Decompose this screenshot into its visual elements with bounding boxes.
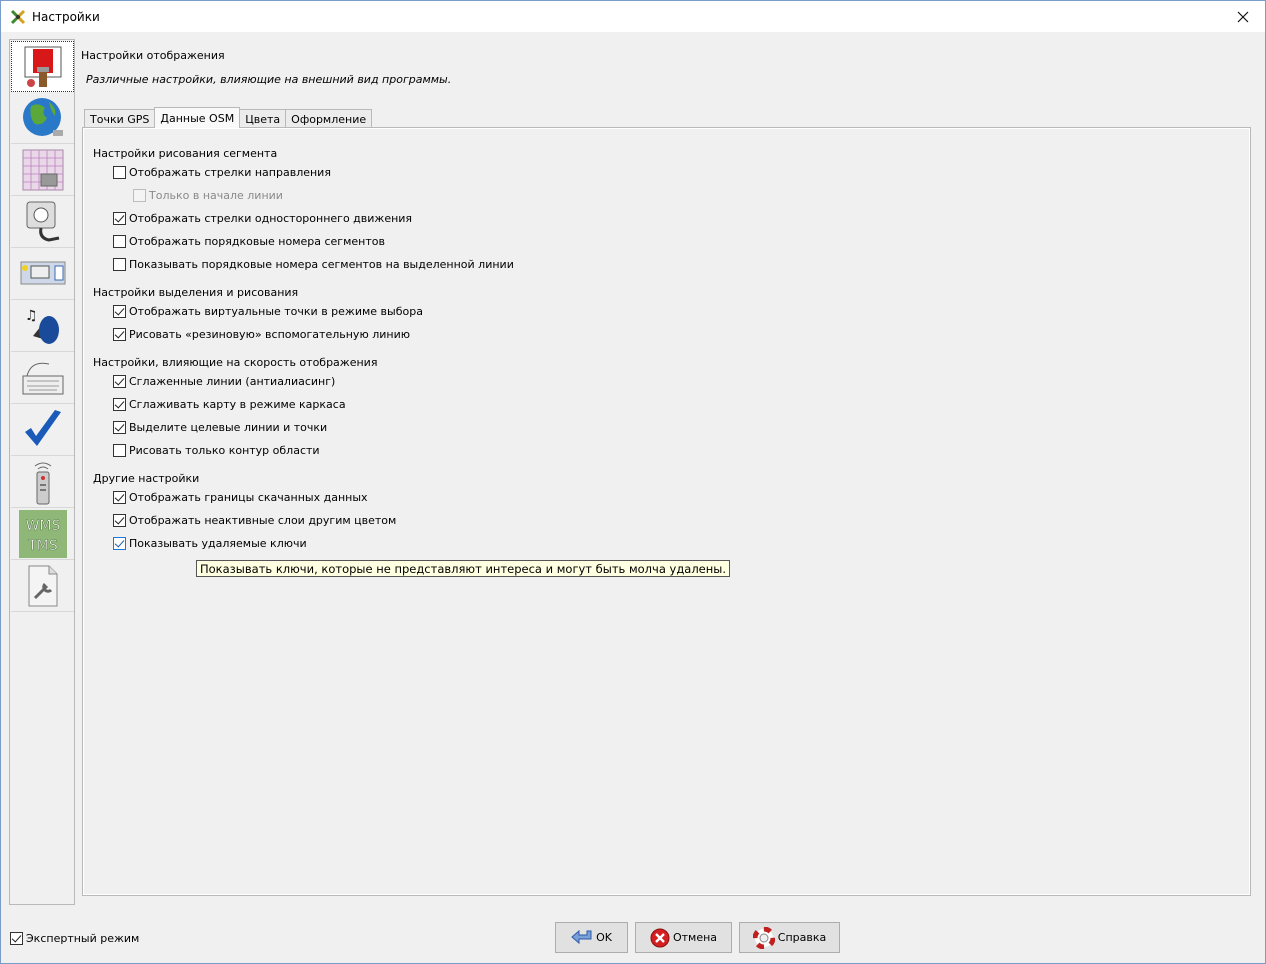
keyboard-icon [22,362,63,395]
option-antialiasing[interactable]: Сглаженные линии (антиалиасинг) [113,373,335,389]
option-discardable-keys[interactable]: Показывать удаляемые ключи [113,535,307,551]
expert-mode-label: Экспертный режим [26,931,140,945]
option-label: Рисовать «резиновую» вспомогательную лин… [129,327,410,341]
checkbox[interactable] [113,443,126,457]
option-label: Рисовать только контур области [129,443,320,457]
option-label: Отображать порядковые номера сегментов [129,234,385,248]
tab-colors[interactable]: Цвета [239,109,287,128]
lifebuoy-help-icon [752,926,775,949]
option-label: Выделите целевые линии и точки [129,420,328,434]
checkbox[interactable] [113,165,126,179]
help-button[interactable]: Справка [739,922,840,953]
sidebar-item-validator[interactable] [11,405,74,456]
sidebar-item-plugins[interactable] [11,197,74,248]
section-title: Настройки выделения и рисования [93,286,299,299]
cancel-icon [650,928,670,947]
ok-arrow-icon [571,929,592,944]
checkbox[interactable] [113,211,126,225]
remote-control-icon [34,462,51,505]
option-wireframe-antialiasing[interactable]: Сглаживать карту в режиме каркаса [113,396,346,412]
page-title: Настройки отображения [81,49,225,62]
checkbox[interactable] [113,257,126,271]
section-title: Другие настройки [93,472,200,485]
option-label: Отображать границы скачанных данных [129,490,368,504]
section-title: Настройки рисования сегмента [93,147,278,160]
checkbox[interactable] [113,397,126,411]
option-label: Сглаживать карту в режиме каркаса [129,397,346,411]
sidebar-item-audio[interactable]: ♫ [11,301,74,352]
option-label: Отображать неактивные слои другим цветом [129,513,397,527]
svg-text:TMS: TMS [27,538,58,554]
toolbar-icon [20,261,65,285]
option-inactive-layers-color[interactable]: Отображать неактивные слои другим цветом [113,512,396,528]
title-bar: Настройки [1,1,1265,32]
option-label: Показывать удаляемые ключи [129,536,307,550]
page-subtitle: Различные настройки, влияющие на внешний… [86,73,452,86]
cancel-label: Отмена [672,931,718,944]
checkbox[interactable] [113,374,126,388]
preferences-sidebar: ♫ WMS TMS [9,39,75,905]
close-icon [1237,11,1249,22]
wms-tms-icon: WMS TMS [18,510,67,558]
close-button[interactable] [1221,1,1265,32]
section-title: Настройки, влияющие на скорость отображе… [93,356,378,369]
option-label: Сглаженные линии (антиалиасинг) [129,374,336,388]
display-brush-icon [24,46,61,87]
svg-text:♫: ♫ [25,308,38,324]
sidebar-item-remote-control[interactable] [11,457,74,508]
globe-icon [22,98,63,136]
map-grid-icon [22,149,63,191]
option-virtual-nodes[interactable]: Отображать виртуальные точки в режиме вы… [113,303,423,319]
option-selected-segment-numbers[interactable]: Показывать порядковые номера сегментов н… [113,256,514,272]
preferences-window: Настройки ♫ WMS TMS Настройки отображени… [0,0,1266,964]
tab-gps-points[interactable]: Точки GPS [84,109,156,128]
option-rubberband-line[interactable]: Рисовать «резиновую» вспомогательную лин… [113,326,410,342]
expert-mode-toggle[interactable]: Экспертный режим [10,930,139,946]
option-head-only[interactable]: Только в начале линии [133,187,283,203]
option-oneway-arrows[interactable]: Отображать стрелки одностороннего движен… [113,210,412,226]
sidebar-item-projection[interactable] [11,145,74,196]
option-label: Отображать стрелки направления [129,165,331,179]
checkbox[interactable] [10,931,23,945]
tab-bar: Точки GPS Данные OSM Цвета Оформление [84,107,373,128]
sidebar-item-advanced[interactable] [11,561,74,612]
checkbox[interactable] [133,188,146,202]
option-label: Только в начале линии [149,188,283,202]
audio-icon: ♫ [25,308,59,344]
cancel-button[interactable]: Отмена [635,922,732,953]
checkbox[interactable] [113,490,126,504]
checkbox[interactable] [113,536,126,550]
window-title: Настройки [32,9,100,24]
option-area-outline-only[interactable]: Рисовать только контур области [113,442,320,458]
tab-appearance[interactable]: Оформление [285,109,373,128]
option-segment-numbers[interactable]: Отображать порядковые номера сегментов [113,233,385,249]
tab-osm-data[interactable]: Данные OSM [154,107,241,128]
option-highlight-targets[interactable]: Выделите целевые линии и точки [113,419,327,435]
checkbox[interactable] [113,513,126,527]
svg-text:WMS: WMS [25,518,60,534]
checkbox[interactable] [113,234,126,248]
validator-checkmark-icon [24,410,61,446]
plugin-icon [26,201,59,242]
ok-button[interactable]: OK [555,922,628,953]
option-label: Отображать стрелки одностороннего движен… [129,211,413,225]
sidebar-item-display[interactable] [11,41,74,92]
option-label: Отображать виртуальные точки в режиме вы… [129,304,423,318]
tooltip: Показывать ключи, которые не представляю… [196,560,731,577]
sidebar-item-shortcuts[interactable] [11,353,74,404]
option-label: Показывать порядковые номера сегментов н… [129,257,514,271]
sidebar-item-map[interactable] [11,93,74,144]
option-download-bounds[interactable]: Отображать границы скачанных данных [113,489,368,505]
checkbox[interactable] [113,304,126,318]
sidebar-item-imagery[interactable]: WMS TMS [11,509,74,560]
option-direction-arrows[interactable]: Отображать стрелки направления [113,164,331,180]
sidebar-item-toolbar[interactable] [11,249,74,300]
checkbox[interactable] [113,420,126,434]
checkbox[interactable] [113,327,126,341]
ok-label: OK [596,931,612,944]
help-label: Справка [777,931,827,944]
josm-logo-icon [10,9,26,25]
advanced-settings-icon [28,565,57,607]
